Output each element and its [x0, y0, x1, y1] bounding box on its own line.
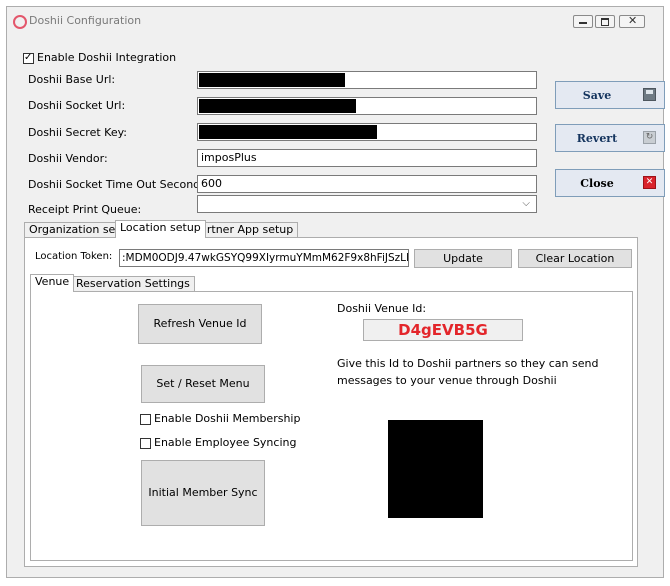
minimize-icon [579, 22, 587, 24]
vendor-field[interactable]: imposPlus [197, 149, 537, 167]
revert-icon: ↻ [643, 131, 656, 144]
enable-integration-checkbox[interactable]: ✓ [23, 52, 34, 64]
venue-panel: Refresh Venue Id Set / Reset Menu Enable… [30, 291, 633, 561]
floppy-disk-icon [643, 88, 656, 101]
secret-key-field[interactable] [197, 123, 537, 141]
venue-id-value: D4gEVB5G [363, 319, 523, 341]
refresh-venue-id-button[interactable]: Refresh Venue Id [138, 304, 262, 344]
maximize-icon [601, 18, 609, 26]
venue-help-text-line1: Give this Id to Doshii partners so they … [337, 357, 599, 370]
app-logo-icon [13, 15, 27, 29]
revert-button[interactable]: Revert ↻ [555, 124, 665, 152]
enable-employee-syncing-checkbox[interactable] [140, 438, 151, 449]
close-icon: ✕ [643, 176, 656, 189]
close-window-button[interactable]: ✕ [619, 14, 645, 28]
secret-key-label: Doshii Secret Key: [28, 126, 128, 139]
minimize-button[interactable] [573, 15, 593, 28]
location-token-field[interactable]: :MDM0ODJ9.47wkGSYQ99XIyrmuYMmM62F9x8hFiJ… [119, 249, 409, 267]
socket-url-field[interactable] [197, 97, 537, 115]
chevron-down-icon: ⌵ [522, 198, 530, 209]
base-url-field[interactable] [197, 71, 537, 89]
redacted-value [199, 73, 345, 87]
window-title: Doshii Configuration [29, 14, 142, 27]
tab-location-setup[interactable]: Location setup [115, 220, 206, 238]
title-bar: Doshii Configuration ✕ [7, 7, 663, 35]
revert-button-label: Revert [576, 132, 618, 145]
save-button-label: Save [582, 89, 612, 102]
receipt-print-queue-select[interactable]: ⌵ [197, 195, 537, 213]
qr-code-image [388, 420, 483, 518]
receipt-print-queue-label: Receipt Print Queue: [28, 203, 142, 216]
subtab-reservation-settings[interactable]: Reservation Settings [71, 276, 195, 292]
close-icon: ✕ [628, 14, 638, 27]
enable-employee-syncing-label: Enable Employee Syncing [154, 436, 297, 449]
base-url-label: Doshii Base Url: [28, 73, 116, 86]
redacted-value [199, 125, 377, 139]
venue-help-text-line2: messages to your venue through Doshii [337, 374, 557, 387]
enable-membership-label: Enable Doshii Membership [154, 412, 301, 425]
set-reset-menu-button[interactable]: Set / Reset Menu [141, 365, 265, 403]
update-button[interactable]: Update [414, 249, 512, 268]
location-token-label: Location Token: [35, 251, 113, 262]
doshii-configuration-window: Doshii Configuration ✕ ✓ Enable Doshii I… [6, 6, 665, 578]
vendor-label: Doshii Vendor: [28, 152, 108, 165]
location-setup-panel: Location Token: :MDM0ODJ9.47wkGSYQ99XIyr… [24, 237, 638, 567]
enable-integration-label: Enable Doshii Integration [37, 51, 177, 64]
socket-timeout-field[interactable]: 600 [197, 175, 537, 193]
close-button[interactable]: Close ✕ [555, 169, 665, 197]
redacted-value [199, 99, 356, 113]
subtab-venue[interactable]: Venue [30, 274, 75, 292]
socket-timeout-label: Doshii Socket Time Out Seconds: [28, 178, 210, 191]
checkmark-icon: ✓ [24, 52, 33, 63]
close-button-label: Close [580, 177, 614, 190]
clear-location-button[interactable]: Clear Location [518, 249, 632, 268]
initial-member-sync-button[interactable]: Initial Member Sync [141, 460, 265, 526]
maximize-button[interactable] [595, 15, 615, 28]
venue-id-label: Doshii Venue Id: [337, 302, 427, 315]
socket-url-label: Doshii Socket Url: [28, 99, 126, 112]
enable-membership-checkbox[interactable] [140, 414, 151, 425]
save-button[interactable]: Save [555, 81, 665, 109]
